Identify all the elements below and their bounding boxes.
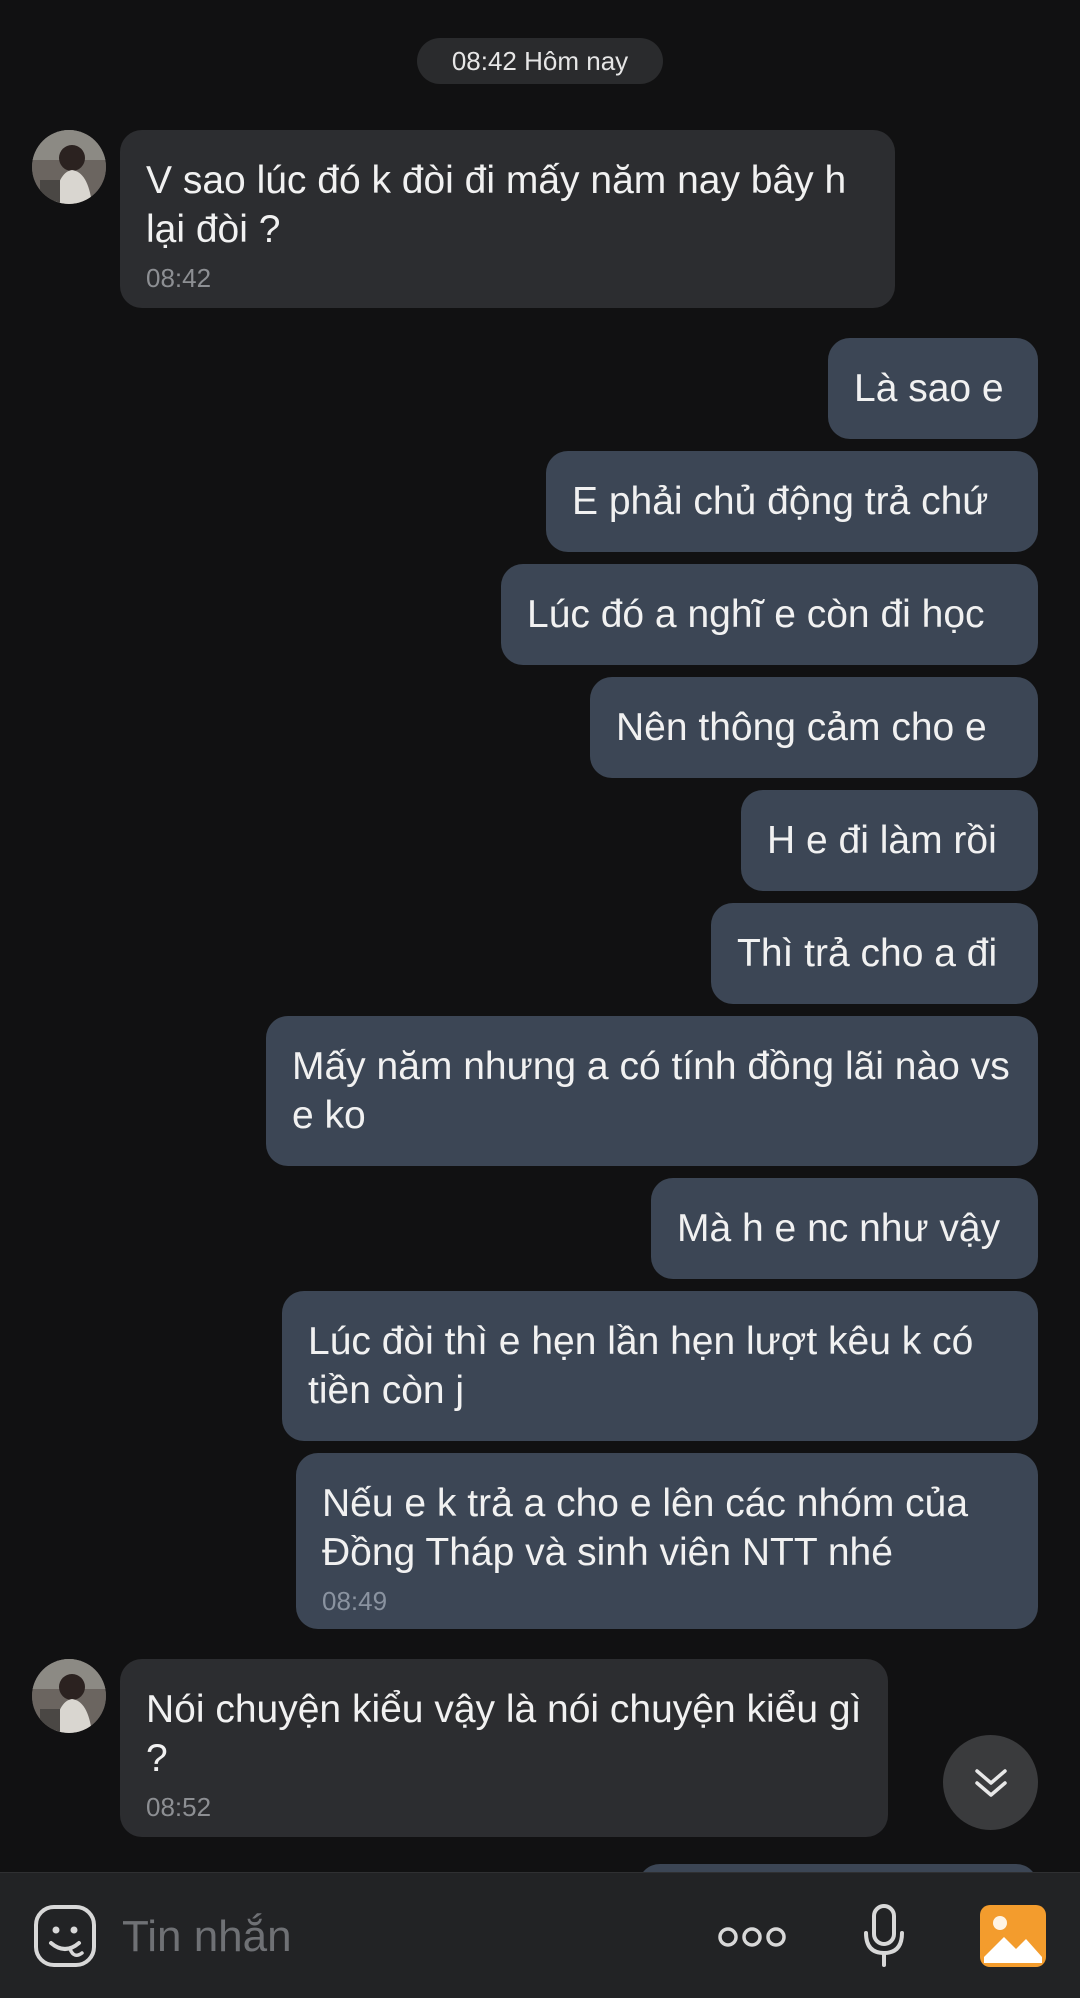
message-input-bar bbox=[0, 1872, 1080, 1998]
message-bubble-outgoing[interactable]: Thì trả cho a đi bbox=[711, 903, 1038, 1004]
message-text: Thì trả cho a đi bbox=[737, 932, 998, 975]
message-text: Nên thông cảm cho e bbox=[616, 706, 987, 749]
message-bubble-outgoing[interactable]: Nếu e k trả a cho e lên các nhóm của Đồn… bbox=[296, 1453, 1038, 1629]
message-input[interactable] bbox=[120, 1901, 684, 1973]
more-icon[interactable] bbox=[716, 1919, 788, 1955]
message-bubble-outgoing[interactable]: Mà h e nc như vậy bbox=[651, 1178, 1038, 1279]
microphone-icon[interactable] bbox=[862, 1903, 906, 1969]
chat-screen: 08:42 Hôm nay V sao lúc đó k đòi đi mấy … bbox=[0, 0, 1080, 1998]
message-bubble-incoming[interactable]: Nói chuyện kiểu vậy là nói chuyện kiểu g… bbox=[120, 1659, 888, 1837]
gallery-icon[interactable] bbox=[980, 1905, 1046, 1967]
message-text: Là sao e bbox=[854, 367, 1004, 410]
message-time: 08:42 bbox=[146, 263, 212, 293]
message-bubble-outgoing[interactable]: Lúc đòi thì e hẹn lần hẹn lượt kêu k có … bbox=[282, 1291, 1038, 1441]
message-text: V sao lúc đó k đòi đi mấy năm nay bây h … bbox=[146, 159, 847, 251]
message-text: Nói chuyện kiểu vậy là nói chuyện kiểu g… bbox=[146, 1688, 862, 1780]
sticker-icon[interactable] bbox=[32, 1903, 98, 1969]
message-text: H e đi làm rồi bbox=[767, 819, 997, 862]
message-bubble-outgoing[interactable]: Là sao e bbox=[828, 338, 1038, 439]
double-chevron-down-icon bbox=[974, 1768, 1007, 1797]
scroll-to-bottom-button[interactable] bbox=[943, 1735, 1038, 1830]
contact-avatar[interactable] bbox=[32, 130, 106, 204]
contact-avatar[interactable] bbox=[32, 1659, 106, 1733]
message-time: 08:49 bbox=[322, 1586, 388, 1616]
message-text: Nếu e k trả a cho e lên các nhóm của Đồn… bbox=[322, 1482, 969, 1574]
message-bubble-outgoing[interactable]: H e đi làm rồi bbox=[741, 790, 1038, 891]
message-time: 08:52 bbox=[146, 1792, 212, 1822]
date-chip: 08:42 Hôm nay bbox=[417, 38, 663, 84]
message-bubble-outgoing[interactable]: Nên thông cảm cho e bbox=[590, 677, 1038, 778]
message-bubble-incoming[interactable]: V sao lúc đó k đòi đi mấy năm nay bây h … bbox=[120, 130, 895, 308]
avatar-photo bbox=[32, 1659, 106, 1733]
message-text: Lúc đó a nghĩ e còn đi học bbox=[527, 593, 985, 636]
message-text: Lúc đòi thì e hẹn lần hẹn lượt kêu k có … bbox=[308, 1320, 974, 1412]
message-bubble-outgoing[interactable]: Lúc đó a nghĩ e còn đi học bbox=[501, 564, 1038, 665]
avatar-photo bbox=[32, 130, 106, 204]
message-text: Mà h e nc như vậy bbox=[677, 1207, 1001, 1250]
message-bubble-outgoing[interactable]: Mấy năm nhưng a có tính đồng lãi nào vs … bbox=[266, 1016, 1038, 1166]
message-text: Mấy năm nhưng a có tính đồng lãi nào vs … bbox=[292, 1045, 1010, 1137]
message-bubble-outgoing[interactable]: E phải chủ động trả chứ bbox=[546, 451, 1038, 552]
message-text: E phải chủ động trả chứ bbox=[572, 480, 989, 523]
